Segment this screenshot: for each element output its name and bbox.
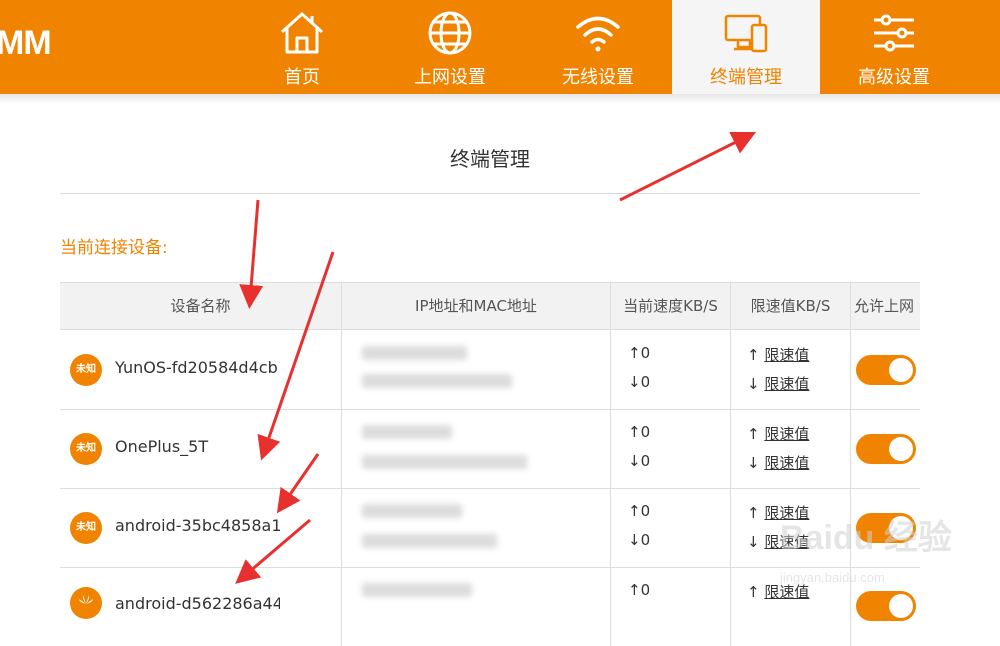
annotation-arrow bbox=[235, 518, 311, 584]
annotation-arrow bbox=[257, 251, 335, 461]
annotation-arrow bbox=[239, 199, 264, 309]
annotation-arrow bbox=[619, 131, 757, 202]
baidu-watermark: Baidu 经验 jingyan.baidu.com bbox=[780, 510, 1000, 600]
watermark-url: jingyan.baidu.com bbox=[780, 570, 885, 585]
annotation-arrow bbox=[276, 453, 320, 514]
watermark-brand: Baidu 经验 bbox=[780, 519, 952, 557]
